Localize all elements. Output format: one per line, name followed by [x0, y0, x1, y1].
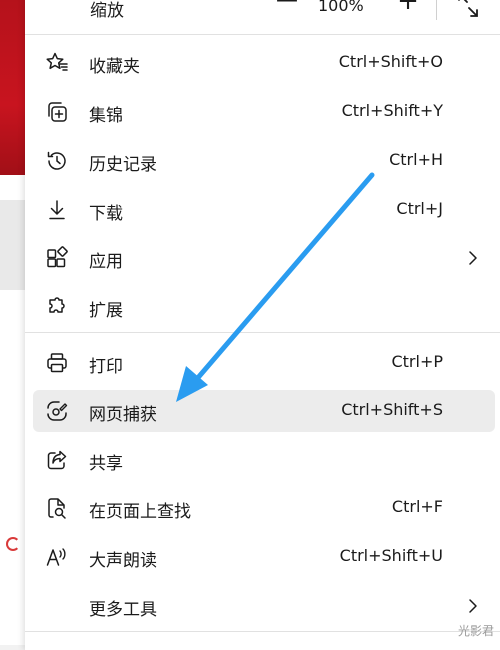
- web-capture-icon: [45, 399, 69, 423]
- menu-divider: [25, 34, 500, 35]
- menu-item-more-tools[interactable]: 更多工具: [33, 585, 495, 627]
- menu-item-downloads[interactable]: 下载 Ctrl+J: [33, 189, 495, 231]
- apps-icon: [45, 246, 69, 270]
- menu-divider: [25, 332, 500, 333]
- collections-icon: [45, 100, 69, 124]
- menu-item-share[interactable]: 共享: [33, 439, 495, 481]
- menu-item-favorites[interactable]: 收藏夹 Ctrl+Shift+O: [33, 42, 495, 84]
- share-icon: [45, 448, 69, 472]
- zoom-level: 100%: [318, 0, 364, 15]
- zoom-in-button[interactable]: +: [393, 0, 423, 20]
- favorites-star-icon: [45, 51, 69, 75]
- menu-item-print[interactable]: 打印 Ctrl+P: [33, 342, 495, 384]
- menu-item-shortcut: Ctrl+Shift+O: [338, 52, 443, 71]
- menu-item-apps[interactable]: 应用: [33, 237, 495, 279]
- menu-item-shortcut: Ctrl+F: [391, 497, 443, 516]
- menu-item-label: 历史记录: [89, 155, 157, 175]
- watermark: 光影君: [457, 624, 494, 638]
- zoom-label: 缩放: [90, 1, 124, 21]
- loading-spinner-icon: [6, 537, 20, 551]
- menu-item-label: 打印: [89, 357, 123, 377]
- extensions-puzzle-icon: [45, 295, 69, 319]
- menu-item-label: 大声朗读: [89, 551, 157, 571]
- menu-item-label: 网页捕获: [89, 405, 157, 425]
- menu-item-label: 应用: [89, 252, 123, 272]
- menu-item-label: 扩展: [89, 301, 123, 321]
- history-clock-icon: [45, 149, 69, 173]
- zoom-divider: [436, 0, 437, 20]
- menu-item-find-on-page[interactable]: 在页面上查找 Ctrl+F: [33, 487, 495, 529]
- menu-item-label: 在页面上查找: [89, 502, 191, 522]
- printer-icon: [45, 351, 69, 375]
- menu-item-label: 收藏夹: [89, 57, 140, 77]
- fullscreen-icon[interactable]: [453, 0, 483, 20]
- chevron-right-icon: [463, 247, 483, 269]
- find-on-page-icon: [45, 496, 69, 520]
- download-icon: [45, 198, 69, 222]
- menu-item-web-capture[interactable]: 网页捕获 Ctrl+Shift+S: [33, 390, 495, 432]
- menu-item-read-aloud[interactable]: 大声朗读 Ctrl+Shift+U: [33, 536, 495, 578]
- menu-item-label: 下载: [89, 204, 123, 224]
- zoom-out-button[interactable]: —: [270, 0, 304, 20]
- read-aloud-icon: [45, 545, 69, 569]
- zoom-row: 缩放 — 100% +: [25, 0, 500, 34]
- menu-divider: [25, 631, 500, 632]
- menu-item-shortcut: Ctrl+H: [389, 150, 443, 169]
- menu-item-label: 更多工具: [89, 600, 157, 620]
- menu-item-label: 共享: [89, 454, 123, 474]
- menu-item-shortcut: Ctrl+Shift+Y: [341, 101, 443, 120]
- menu-item-history[interactable]: 历史记录 Ctrl+H: [33, 140, 495, 182]
- menu-item-extensions[interactable]: 扩展: [33, 286, 495, 328]
- menu-item-collections[interactable]: 集锦 Ctrl+Shift+Y: [33, 91, 495, 133]
- menu-item-shortcut: Ctrl+P: [391, 352, 443, 371]
- menu-item-shortcut: Ctrl+Shift+U: [339, 546, 443, 565]
- chevron-right-icon: [463, 595, 483, 617]
- menu-item-shortcut: Ctrl+Shift+S: [341, 400, 443, 419]
- menu-item-shortcut: Ctrl+J: [396, 199, 443, 218]
- menu-item-label: 集锦: [89, 106, 123, 126]
- browser-settings-menu: 缩放 — 100% + 收藏夹 Ctrl+Shift+O 集锦 Ctrl+Shi…: [25, 0, 500, 650]
